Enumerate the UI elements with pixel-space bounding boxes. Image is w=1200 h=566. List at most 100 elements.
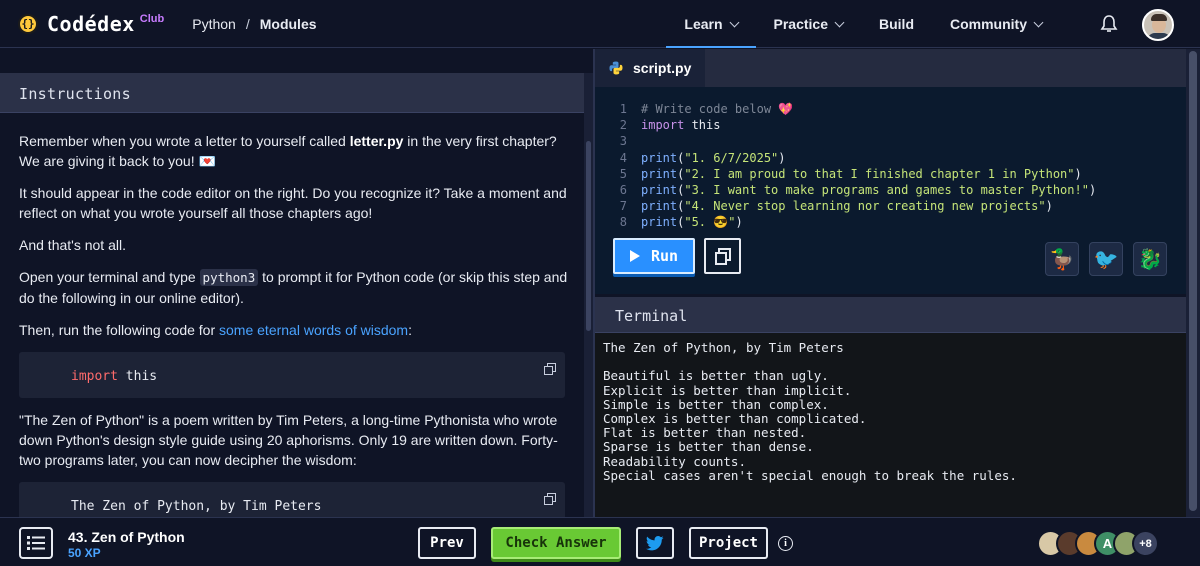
editor-tab-bar: script.py <box>595 49 1186 87</box>
user-avatar[interactable] <box>1142 9 1174 41</box>
code-module: this <box>684 118 721 133</box>
nav-build[interactable]: Build <box>861 0 932 48</box>
prev-button[interactable]: Prev <box>418 527 476 559</box>
code-editor: script.py 1 # Write code below 💖 2 import … <box>595 49 1186 294</box>
print-fn: print <box>641 199 678 214</box>
copy-icon[interactable] <box>544 493 556 505</box>
bird-pet-icon[interactable]: 🐦 <box>1089 242 1123 276</box>
code-block-import: import this <box>19 352 565 398</box>
copy-icon <box>714 247 731 265</box>
list-icon <box>27 536 45 550</box>
line-number: 2 <box>619 118 627 133</box>
codedex-logo[interactable]: {} Codédex Club <box>18 12 164 36</box>
lesson-list-button[interactable] <box>19 527 53 559</box>
print-fn: print <box>641 215 678 230</box>
instructions-scroll-thumb[interactable] <box>586 141 591 331</box>
bell-icon[interactable] <box>1099 14 1119 34</box>
chevron-down-icon <box>1033 17 1044 27</box>
nav-practice-label: Practice <box>773 16 828 32</box>
avatar-shirt <box>1147 33 1171 39</box>
code-print: print("2. I am proud to that I finished … <box>641 166 1082 181</box>
logo-club-label: Club <box>139 12 165 25</box>
run-label: Run <box>651 247 679 265</box>
code-print: print("4. Never stop learning nor creati… <box>641 199 1053 214</box>
instructions-panel: Instructions Remember when you wrote a l… <box>0 49 593 517</box>
nav-practice[interactable]: Practice <box>756 0 861 48</box>
twitter-share-button[interactable] <box>636 527 674 559</box>
tab-script-py[interactable]: script.py <box>595 49 705 87</box>
p5-text: Then, run the following code for <box>19 322 220 338</box>
print-fn: print <box>641 166 678 181</box>
code-block-zen: The Zen of Python, by Tim Peters <box>19 482 565 517</box>
code-line: 3 <box>595 133 1096 149</box>
print-string: "5. 😎" <box>684 215 736 230</box>
code-line: 1 # Write code below 💖 <box>595 101 1096 117</box>
print-string: "2. I am proud to that I finished chapte… <box>684 166 1075 181</box>
breadcrumb-modules[interactable]: Modules <box>260 16 317 32</box>
copy-code-button[interactable] <box>704 238 741 274</box>
line-number: 7 <box>619 199 627 214</box>
coin-icon: {} <box>18 13 38 34</box>
line-number: 8 <box>619 215 627 230</box>
chevron-down-icon <box>834 17 845 27</box>
print-string: "3. I want to make programs and games to… <box>684 182 1089 197</box>
code-print: print("3. I want to make programs and ga… <box>641 182 1097 197</box>
paragraph-4: Open your terminal and type python3 to p… <box>19 267 569 308</box>
terminal-heading: Terminal <box>615 307 688 325</box>
print-string: "4. Never stop learning nor creating new… <box>684 199 1046 214</box>
check-answer-button[interactable]: Check Answer <box>491 527 621 559</box>
classmates-avatars[interactable]: A +8 <box>1037 530 1159 558</box>
code-line: 2 import this <box>595 117 1096 133</box>
line-number: 4 <box>619 150 627 165</box>
code-line: 6 print("3. I want to make programs and g… <box>595 182 1096 198</box>
code-print: print("1. 6/7/2025") <box>641 150 786 165</box>
nav-community-label: Community <box>950 16 1027 32</box>
code-lines[interactable]: 1 # Write code below 💖 2 import this 3 4 pr… <box>595 101 1096 231</box>
run-button[interactable]: Run <box>613 238 695 274</box>
paragraph-3: And that's not all. <box>19 237 126 253</box>
python-icon <box>609 61 623 75</box>
code-module: this <box>117 369 158 384</box>
wisdom-link[interactable]: some eternal words of wisdom <box>219 322 408 338</box>
page-scrollbar[interactable] <box>1186 49 1200 517</box>
terminal-header: Terminal <box>595 297 1186 333</box>
breadcrumb-separator: / <box>245 15 250 32</box>
chevron-down-icon <box>729 17 739 27</box>
code-line: 7 print("4. Never stop learning nor creat… <box>595 198 1096 214</box>
paragraph-5: Then, run the following code for some et… <box>19 320 569 340</box>
twitter-icon <box>646 535 664 550</box>
project-button[interactable]: Project <box>689 527 768 559</box>
page-scroll-thumb[interactable] <box>1189 51 1197 511</box>
top-nav: {} Codédex Club Python / Modules Learn P… <box>0 0 1200 48</box>
line-number: 3 <box>619 134 627 149</box>
dragon-pet-icon[interactable]: 🐉 <box>1133 242 1167 276</box>
p1-filename: letter.py <box>349 133 404 149</box>
code-line: 4 print("1. 6/7/2025") <box>595 150 1096 166</box>
code-keyword: import <box>641 118 685 133</box>
code-print: print("5. 😎") <box>641 215 743 230</box>
info-icon[interactable]: i <box>778 536 793 551</box>
breadcrumb-python[interactable]: Python <box>192 16 236 32</box>
nav-learn[interactable]: Learn <box>666 0 756 48</box>
code-comment: # Write code below 💖 <box>641 102 794 116</box>
terminal-output: The Zen of Python, by Tim Peters Beautif… <box>603 340 1017 483</box>
instructions-header: Instructions <box>0 73 584 113</box>
play-icon <box>630 250 640 262</box>
bottom-bar: 43. Zen of Python 50 XP Prev Check Answe… <box>0 517 1200 566</box>
logo-text: Codédex <box>47 11 135 36</box>
p5-text-end: : <box>408 322 412 338</box>
code-line: 8 print("5. 😎") <box>595 214 1096 230</box>
tab-label: script.py <box>633 60 692 76</box>
lesson-xp: 50 XP <box>68 546 101 560</box>
copy-icon[interactable] <box>544 363 556 375</box>
p4-text: Open your terminal and type <box>19 269 200 285</box>
print-fn: print <box>641 182 678 197</box>
nav-community[interactable]: Community <box>932 0 1060 48</box>
lesson-title: 43. Zen of Python <box>68 529 185 545</box>
breadcrumb: Python / Modules <box>192 16 316 32</box>
nav-learn-label: Learn <box>684 16 723 32</box>
code-keyword: import <box>71 369 118 384</box>
print-string: "1. 6/7/2025" <box>684 150 779 165</box>
more-classmates-badge: +8 <box>1132 530 1159 557</box>
duck-pet-icon[interactable]: 🦆 <box>1045 242 1079 276</box>
